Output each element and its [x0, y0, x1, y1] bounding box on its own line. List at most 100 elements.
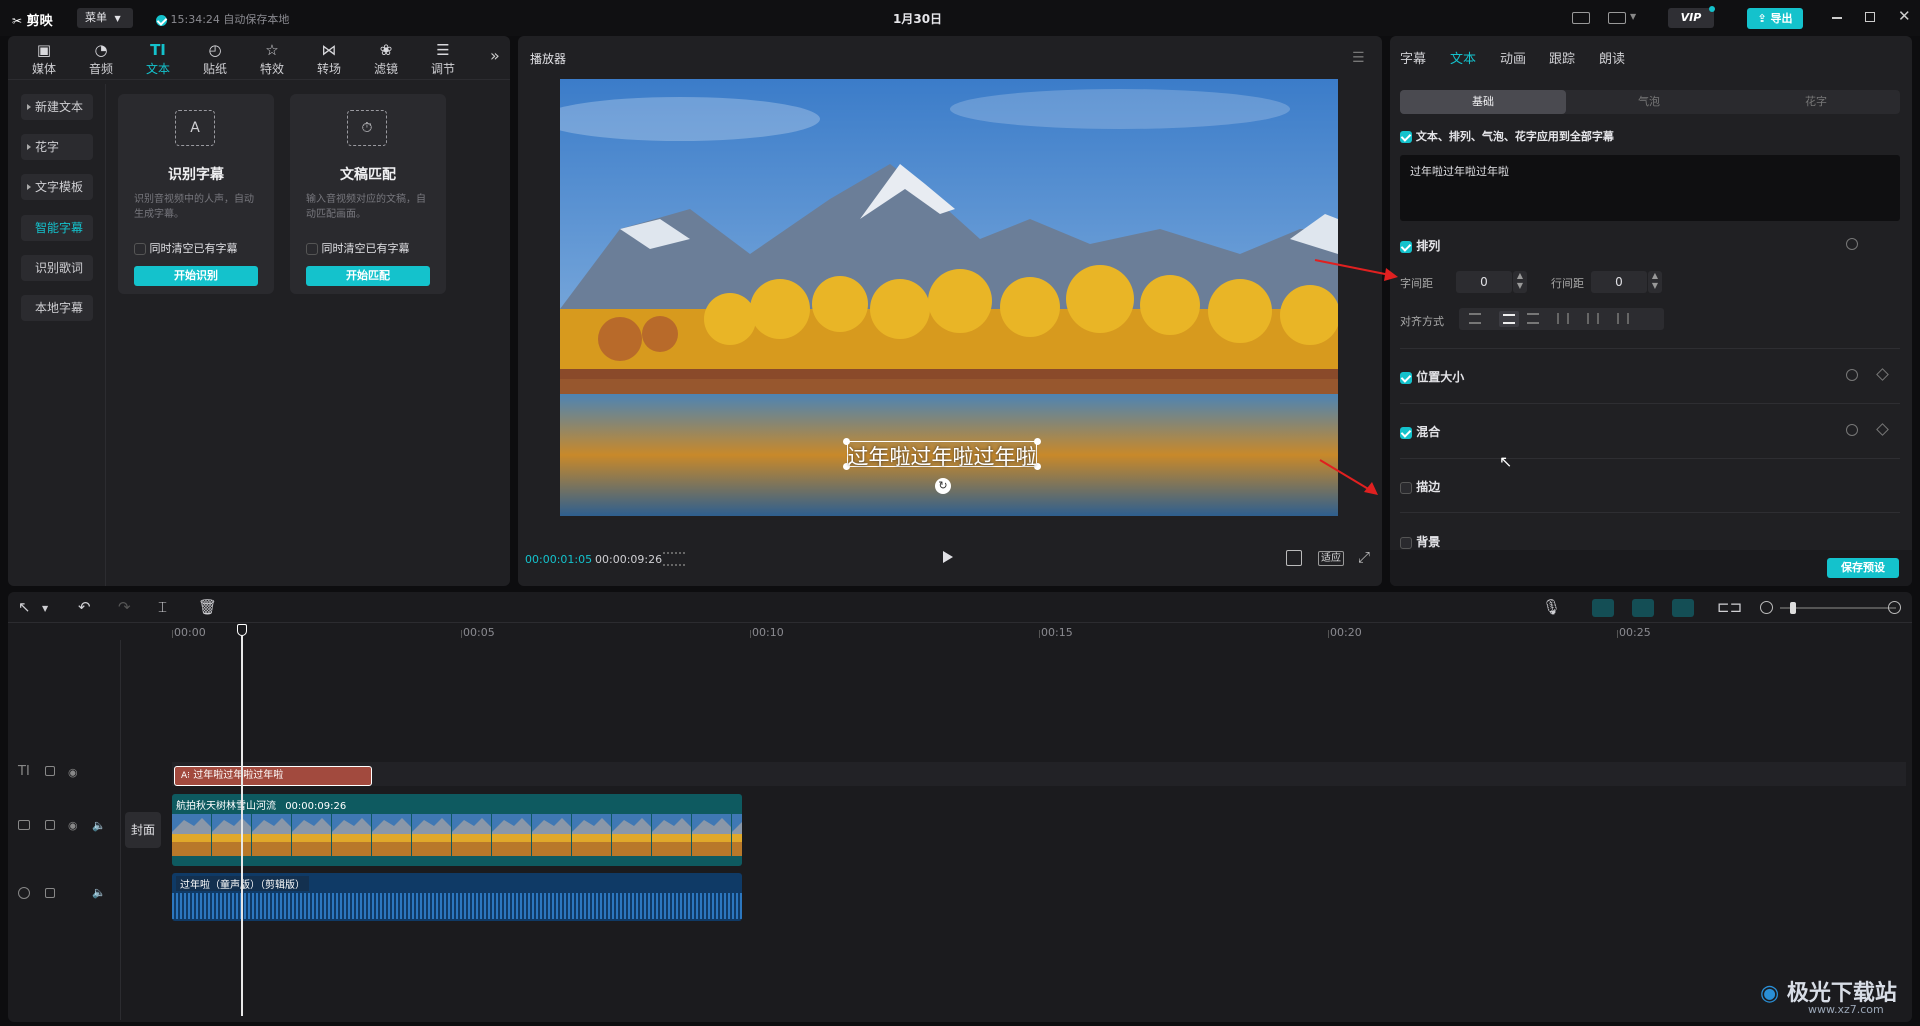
rotate-icon[interactable]: ↻	[935, 478, 951, 494]
timeline-list-icon[interactable]	[663, 552, 685, 566]
tab-transition[interactable]: ⋈ 转场	[307, 40, 351, 84]
screenshot-icon[interactable]	[1286, 550, 1302, 566]
vertical-bottom-icon[interactable]	[1617, 313, 1629, 324]
text-clip[interactable]: A⁝ 过年啦过年啦过年啦	[174, 766, 372, 786]
tab-adjust[interactable]: ☰ 调节	[421, 40, 465, 84]
align-left-icon[interactable]	[1469, 313, 1481, 324]
tab-subtitle[interactable]: 字幕	[1400, 48, 1426, 67]
reset-icon[interactable]	[1846, 238, 1858, 250]
subtitle-text-input[interactable]: 过年啦过年啦过年啦	[1400, 155, 1900, 221]
layout-icon[interactable]	[1608, 12, 1626, 24]
sidebar-item-label: 花字	[35, 140, 60, 154]
tab-sticker[interactable]: ◴ 贴纸	[193, 40, 237, 84]
sidebar-item-recognize-lyrics[interactable]: 识别歌词	[21, 255, 93, 281]
preview-axis-icon[interactable]: ⊏⊐	[1717, 598, 1742, 616]
line-spacing-stepper[interactable]: ▲ ▼	[1648, 271, 1662, 293]
tab-filter[interactable]: ❀ 滤镜	[364, 40, 408, 84]
vertical-center-icon[interactable]	[1587, 313, 1599, 324]
zoom-slider-handle[interactable]	[1790, 602, 1796, 614]
vip-badge[interactable]: VIP	[1668, 8, 1714, 28]
align-right-icon[interactable]	[1527, 313, 1539, 324]
card-script-match: ⏱ 文稿匹配 输入音视频对应的文稿，自动匹配画面。 同时清空已有字幕 开始匹配	[290, 94, 446, 294]
reset-icon[interactable]	[1846, 369, 1858, 381]
microphone-icon[interactable]: 🎙	[1542, 598, 1561, 616]
maximize-icon[interactable]	[1865, 12, 1875, 22]
lock-icon[interactable]	[45, 766, 55, 776]
media-icon: ▣	[36, 41, 52, 59]
video-clip[interactable]: 航拍秋天树林雪山河流 00:00:09:26	[172, 794, 742, 866]
auto-snap-icon[interactable]	[1632, 599, 1654, 617]
sidebar-item-fancy-text[interactable]: 花字	[21, 134, 93, 160]
layout-chevron-icon[interactable]: ▼	[1630, 12, 1636, 21]
play-icon[interactable]	[943, 551, 953, 563]
checkbox-checked[interactable]	[1400, 131, 1412, 143]
video-preview[interactable]: 过年啦过年啦过年啦 ↻	[560, 79, 1338, 516]
char-spacing-stepper[interactable]: ▲ ▼	[1513, 271, 1527, 293]
zoom-slider[interactable]	[1780, 607, 1896, 609]
tab-sticker-label: 贴纸	[202, 62, 227, 76]
minimize-icon[interactable]	[1832, 17, 1842, 19]
tab-animation[interactable]: 动画	[1500, 48, 1526, 67]
line-spacing-input[interactable]: 0	[1591, 271, 1647, 293]
tab-tracking[interactable]: 跟踪	[1549, 48, 1575, 67]
select-tool-icon[interactable]: ↖	[18, 598, 31, 616]
speaker-icon[interactable]: 🔈	[92, 886, 106, 899]
audio-clip[interactable]: 过年啦（童声版）（剪辑版）	[172, 873, 742, 921]
main-track-magnet-icon[interactable]	[1592, 599, 1614, 617]
fit-button[interactable]: 适应	[1318, 551, 1344, 566]
tab-read-aloud[interactable]: 朗读	[1599, 48, 1625, 67]
speaker-icon[interactable]: 🔈	[92, 819, 106, 832]
subtab-fancy[interactable]: 花字	[1732, 90, 1900, 114]
zoom-in-icon[interactable]	[1888, 601, 1901, 614]
sidebar-item-text-template[interactable]: 文字模板	[21, 174, 93, 200]
playhead-line[interactable]	[241, 636, 243, 1016]
vertical-top-icon[interactable]	[1557, 313, 1569, 324]
save-preset-button[interactable]: 保存预设	[1827, 558, 1899, 578]
section-background[interactable]: 背景	[1400, 533, 1440, 550]
clear-existing-option[interactable]: 同时清空已有字幕	[134, 240, 238, 256]
sidebar-item-local-subtitle[interactable]: 本地字幕	[21, 295, 93, 321]
ruler-tick	[1617, 630, 1618, 638]
subtab-bubble[interactable]: 气泡	[1566, 90, 1732, 114]
player-menu-icon[interactable]: ☰	[1352, 50, 1365, 66]
undo-icon[interactable]: ↶	[78, 598, 91, 616]
close-icon[interactable]: ✕	[1898, 7, 1911, 25]
checkbox[interactable]	[306, 243, 318, 255]
start-match-button[interactable]: 开始匹配	[306, 266, 430, 286]
sidebar-item-new-text[interactable]: 新建文本	[21, 94, 93, 120]
select-tool-chevron-icon[interactable]: ▼	[42, 604, 48, 613]
cover-button[interactable]: 封面	[125, 812, 161, 848]
eye-icon[interactable]: ◉	[68, 819, 78, 832]
start-recognize-button[interactable]: 开始识别	[134, 266, 258, 286]
tab-text[interactable]: TI 文本	[136, 40, 180, 84]
lock-icon[interactable]	[45, 888, 55, 898]
tab-text-inspector[interactable]: 文本	[1450, 48, 1476, 67]
playhead-handle[interactable]	[237, 624, 247, 636]
zoom-out-icon[interactable]	[1760, 601, 1773, 614]
shortcuts-icon[interactable]	[1572, 12, 1590, 24]
export-button[interactable]: ⇪ 导出	[1747, 8, 1803, 29]
split-icon[interactable]: ⌶	[158, 598, 167, 616]
fullscreen-icon[interactable]: ⤢	[1358, 548, 1370, 566]
linkage-icon[interactable]	[1672, 599, 1694, 617]
lock-icon[interactable]	[45, 820, 55, 830]
text-clip-label: 过年啦过年啦过年啦	[193, 770, 284, 781]
eye-icon[interactable]: ◉	[68, 766, 78, 779]
chevron-down-icon: ▼	[114, 14, 121, 23]
expand-tabs-icon[interactable]: »	[490, 46, 500, 65]
menu-button[interactable]: 菜单 ▼	[77, 8, 133, 28]
char-spacing-input[interactable]: 0	[1456, 271, 1512, 293]
reset-icon[interactable]	[1846, 424, 1858, 436]
tab-media[interactable]: ▣ 媒体	[22, 40, 66, 84]
sidebar-item-smart-subtitle[interactable]: 智能字幕	[21, 215, 93, 241]
tab-audio[interactable]: ◔ 音频	[79, 40, 123, 84]
delete-icon[interactable]: 🗑	[198, 598, 217, 616]
checkbox[interactable]	[1400, 536, 1412, 549]
clear-existing-option[interactable]: 同时清空已有字幕	[306, 240, 410, 256]
redo-icon[interactable]: ↷	[118, 598, 131, 616]
checkbox[interactable]	[134, 243, 146, 255]
apply-all-option[interactable]: 文本、排列、气泡、花字应用到全部字幕	[1400, 128, 1614, 144]
subtab-basic[interactable]: 基础	[1400, 90, 1566, 114]
player-title: 播放器	[530, 52, 567, 66]
tab-effects[interactable]: ☆ 特效	[250, 40, 294, 84]
